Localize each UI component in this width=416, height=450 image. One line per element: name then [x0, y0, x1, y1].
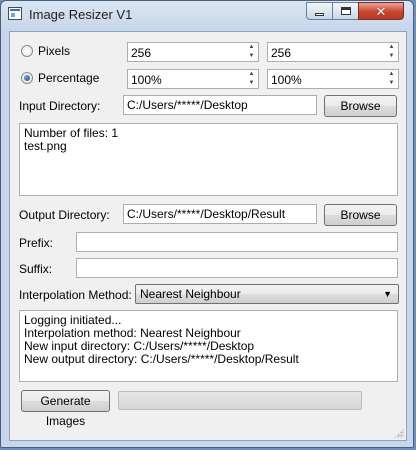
close-button[interactable]: ✕: [358, 2, 404, 20]
percentage-radio[interactable]: [21, 72, 33, 84]
percent-height-spinbox[interactable]: 100% ▲ ▼: [267, 69, 399, 89]
suffix-label: Suffix:: [19, 262, 53, 276]
spin-down-arrow-icon[interactable]: ▼: [246, 52, 257, 60]
suffix-input[interactable]: [76, 258, 398, 278]
spin-down-arrow-icon[interactable]: ▼: [386, 52, 397, 60]
percent-height-value: 100%: [271, 73, 302, 87]
prefix-label: Prefix:: [19, 236, 54, 250]
spin-up-arrow-icon[interactable]: ▲: [246, 43, 257, 51]
spin-up-arrow-icon[interactable]: ▲: [246, 70, 257, 78]
input-directory-label: Input Directory:: [19, 99, 101, 113]
resize-grip[interactable]: [394, 428, 404, 438]
pixels-radio[interactable]: [21, 45, 33, 57]
interpolation-selected-value: Nearest Neighbour: [140, 287, 241, 301]
output-browse-button[interactable]: Browse: [324, 204, 397, 226]
title-bar[interactable]: Image Resizer V1 ✕: [1, 1, 413, 27]
spin-down-arrow-icon[interactable]: ▼: [386, 79, 397, 87]
prefix-input[interactable]: [76, 232, 398, 252]
log-line: New output directory: C:/Users/*****/Des…: [24, 352, 299, 366]
percentage-label[interactable]: Percentage: [38, 71, 99, 85]
maximize-button[interactable]: [332, 2, 359, 20]
pixels-label[interactable]: Pixels: [38, 44, 70, 58]
generate-images-button[interactable]: Generate Images: [21, 390, 110, 428]
spin-up-arrow-icon[interactable]: ▲: [386, 43, 397, 51]
maximize-icon: [340, 7, 351, 15]
input-file-list[interactable]: Number of files: 1 test.png: [19, 123, 398, 196]
spin-down-arrow-icon[interactable]: ▼: [246, 79, 257, 87]
minimize-button[interactable]: [306, 2, 333, 20]
pixel-height-spinbox[interactable]: 256 ▲ ▼: [267, 42, 399, 62]
percent-width-value: 100%: [131, 73, 162, 87]
interpolation-select[interactable]: Nearest Neighbour ▼: [135, 284, 399, 304]
pixel-width-value: 256: [131, 46, 152, 60]
input-browse-button[interactable]: Browse: [324, 95, 397, 117]
chevron-down-icon: ▼: [383, 289, 392, 299]
progress-bar: [118, 391, 362, 410]
output-directory-label: Output Directory:: [19, 208, 110, 222]
percent-width-spinbox[interactable]: 100% ▲ ▼: [127, 69, 259, 89]
app-window: Image Resizer V1 ✕ Pixels 256 ▲ ▼ 256 ▲ ▼ …: [0, 0, 414, 448]
main-panel: Pixels 256 ▲ ▼ 256 ▲ ▼ Percentage 100% ▲ ▼ …: [9, 31, 407, 441]
pixel-width-spinbox[interactable]: 256 ▲ ▼: [127, 42, 259, 62]
spin-up-arrow-icon[interactable]: ▲: [386, 70, 397, 78]
window-app-icon: [8, 7, 22, 20]
output-directory-field[interactable]: C:/Users/*****/Desktop/Result: [123, 204, 317, 224]
minimize-icon: [315, 12, 324, 16]
close-icon: ✕: [375, 3, 387, 19]
interpolation-label: Interpolation Method:: [19, 288, 132, 302]
pixel-height-value: 256: [271, 46, 292, 60]
file-count-line: Number of files: 1: [24, 126, 119, 140]
log-output[interactable]: Logging initiated... Interpolation metho…: [19, 310, 398, 382]
window-title: Image Resizer V1: [29, 7, 133, 22]
input-directory-field[interactable]: C:/Users/*****/Desktop: [123, 95, 317, 115]
file-list-item: test.png: [24, 139, 67, 153]
